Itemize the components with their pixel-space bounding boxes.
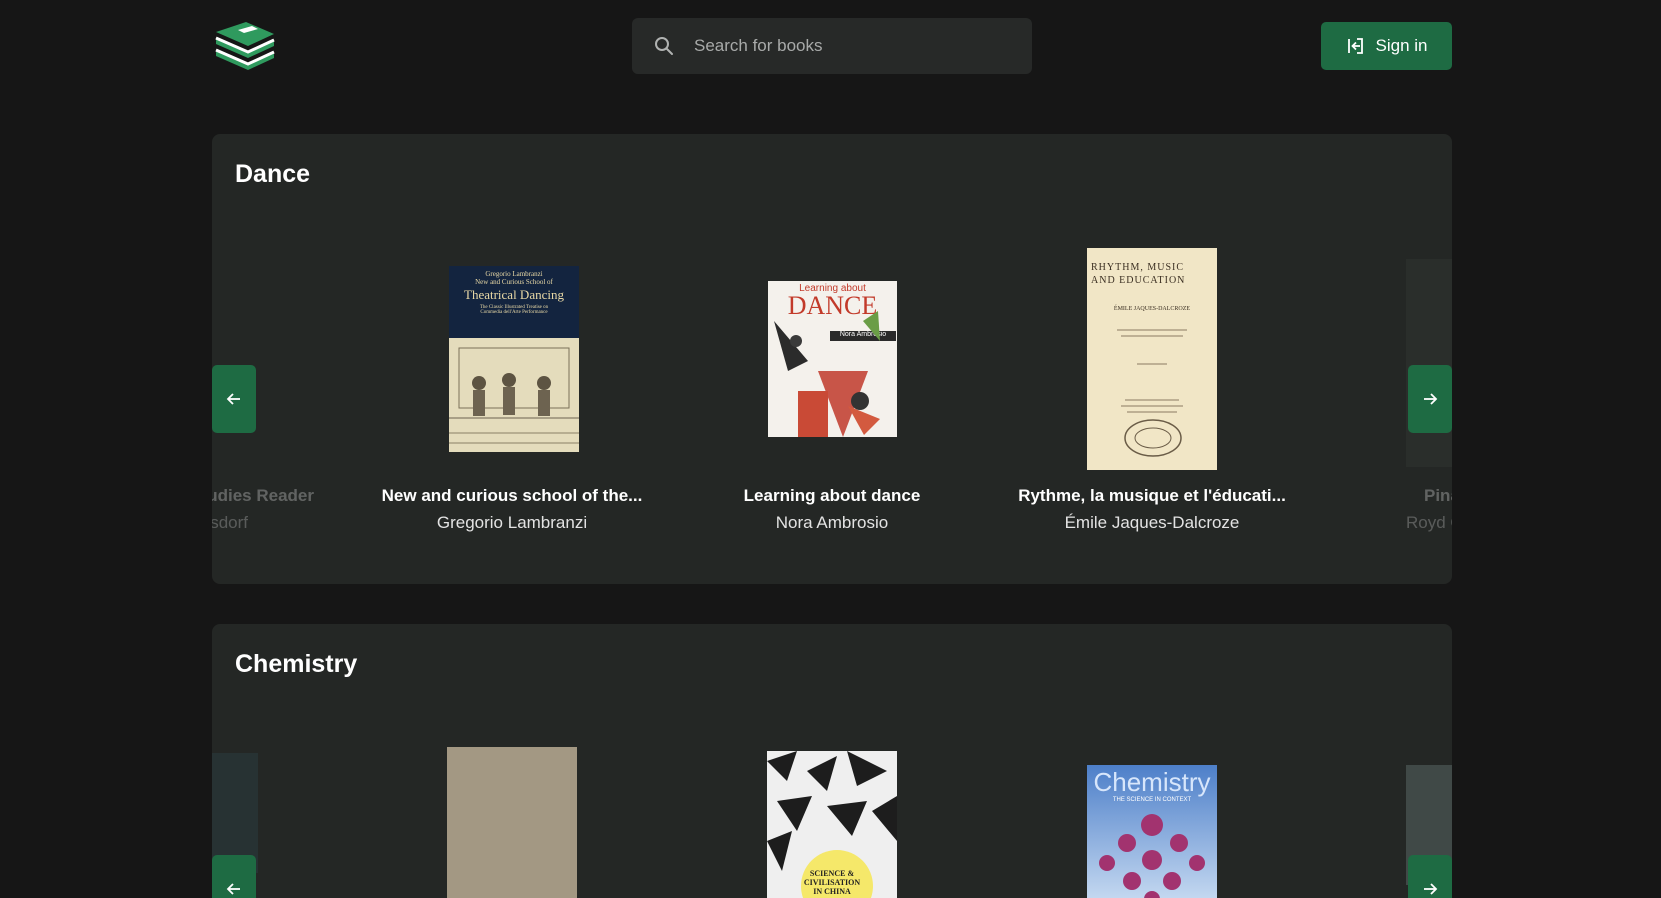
book-author[interactable]: Nora Ambrosio bbox=[692, 513, 972, 533]
book-cover[interactable]: Chemistry THE SCIENCE IN CONTEXT bbox=[1087, 765, 1217, 898]
book-cover[interactable]: Gregorio Lambranzi New and Curious Schoo… bbox=[449, 266, 579, 452]
cover-text: IN CHINA bbox=[813, 887, 851, 896]
cover-text: Chemistry bbox=[1093, 767, 1211, 797]
book-title: Pina bbox=[1424, 486, 1452, 505]
cover-text: Gregorio Lambranzi bbox=[485, 270, 543, 278]
carousel-next-button[interactable] bbox=[1408, 855, 1452, 898]
carousel-next-button[interactable] bbox=[1408, 365, 1452, 433]
book-title[interactable]: New and curious school of the... bbox=[372, 486, 652, 506]
page: Sign in Dance tudies Reader sdorf Gregor… bbox=[0, 0, 1661, 898]
book-title[interactable]: Learning about dance bbox=[692, 486, 972, 506]
cover-illustration bbox=[449, 338, 579, 452]
carousel-prev-button[interactable] bbox=[212, 855, 256, 898]
cover-text: AND EDUCATION bbox=[1091, 275, 1186, 286]
book-cover[interactable] bbox=[447, 747, 577, 898]
book-author[interactable]: Émile Jaques-Dalcroze bbox=[1012, 513, 1292, 533]
arrow-left-icon bbox=[226, 883, 240, 895]
cover-text: THE SCIENCE IN CONTEXT bbox=[1112, 797, 1192, 803]
cover-text: ÉMILE JAQUES-DALCROZE bbox=[1113, 306, 1191, 312]
book-cover[interactable]: RHYTHM, MUSIC AND EDUCATION ÉMILE JAQUES… bbox=[1087, 248, 1217, 470]
cover-text: Theatrical Dancing bbox=[464, 287, 564, 302]
sign-in-button[interactable]: Sign in bbox=[1321, 22, 1452, 70]
arrow-right-icon bbox=[1424, 393, 1438, 405]
cover-text: SCIENCE & bbox=[809, 869, 855, 878]
section-chemistry: Chemistry SCIENCE & CIVILISATION IN CHIN… bbox=[212, 624, 1452, 898]
book-cover[interactable]: Learning about DANCE Nora Ambrosio bbox=[768, 281, 897, 437]
search-input[interactable] bbox=[694, 18, 1014, 74]
carousel-prev-button[interactable] bbox=[212, 365, 256, 433]
sign-in-icon bbox=[1347, 38, 1363, 54]
book-author[interactable]: Gregorio Lambranzi bbox=[372, 513, 652, 533]
cover-illustration bbox=[1099, 814, 1205, 898]
cover-text: New and Curious School of bbox=[475, 278, 553, 286]
arrow-right-icon bbox=[1424, 883, 1438, 895]
stacked-books-logo-icon bbox=[215, 22, 275, 70]
book-author: Royd C bbox=[1406, 513, 1452, 532]
search-box[interactable] bbox=[632, 18, 1032, 74]
cover-illustration bbox=[1117, 329, 1187, 457]
cover-text: CIVILISATION bbox=[803, 878, 861, 887]
arrow-left-icon bbox=[226, 393, 240, 405]
book-cover[interactable]: SCIENCE & CIVILISATION IN CHINA bbox=[767, 751, 897, 898]
search-icon bbox=[655, 37, 673, 55]
section-dance: Dance tudies Reader sdorf Gregorio Lambr… bbox=[212, 134, 1452, 584]
book-title[interactable]: Rythme, la musique et l'éducati... bbox=[1012, 486, 1292, 506]
app-logo[interactable] bbox=[212, 20, 278, 72]
book-carousel: SCIENCE & CIVILISATION IN CHINA Chemistr… bbox=[212, 624, 1452, 898]
book-cover bbox=[1406, 259, 1452, 467]
book-carousel: tudies Reader sdorf Gregorio Lambranzi N… bbox=[212, 134, 1452, 584]
sign-in-label: Sign in bbox=[1375, 36, 1428, 55]
book-title: tudies Reader bbox=[212, 486, 314, 505]
cover-text: RHYTHM, MUSIC bbox=[1091, 262, 1185, 273]
cover-text: Commedia dell'Arte Performance bbox=[480, 310, 548, 315]
top-header: Sign in bbox=[0, 0, 1661, 92]
cover-illustration bbox=[774, 311, 880, 437]
book-author: sdorf bbox=[212, 513, 248, 532]
book-card-partial-right[interactable]: Pina Royd C bbox=[1406, 134, 1452, 534]
